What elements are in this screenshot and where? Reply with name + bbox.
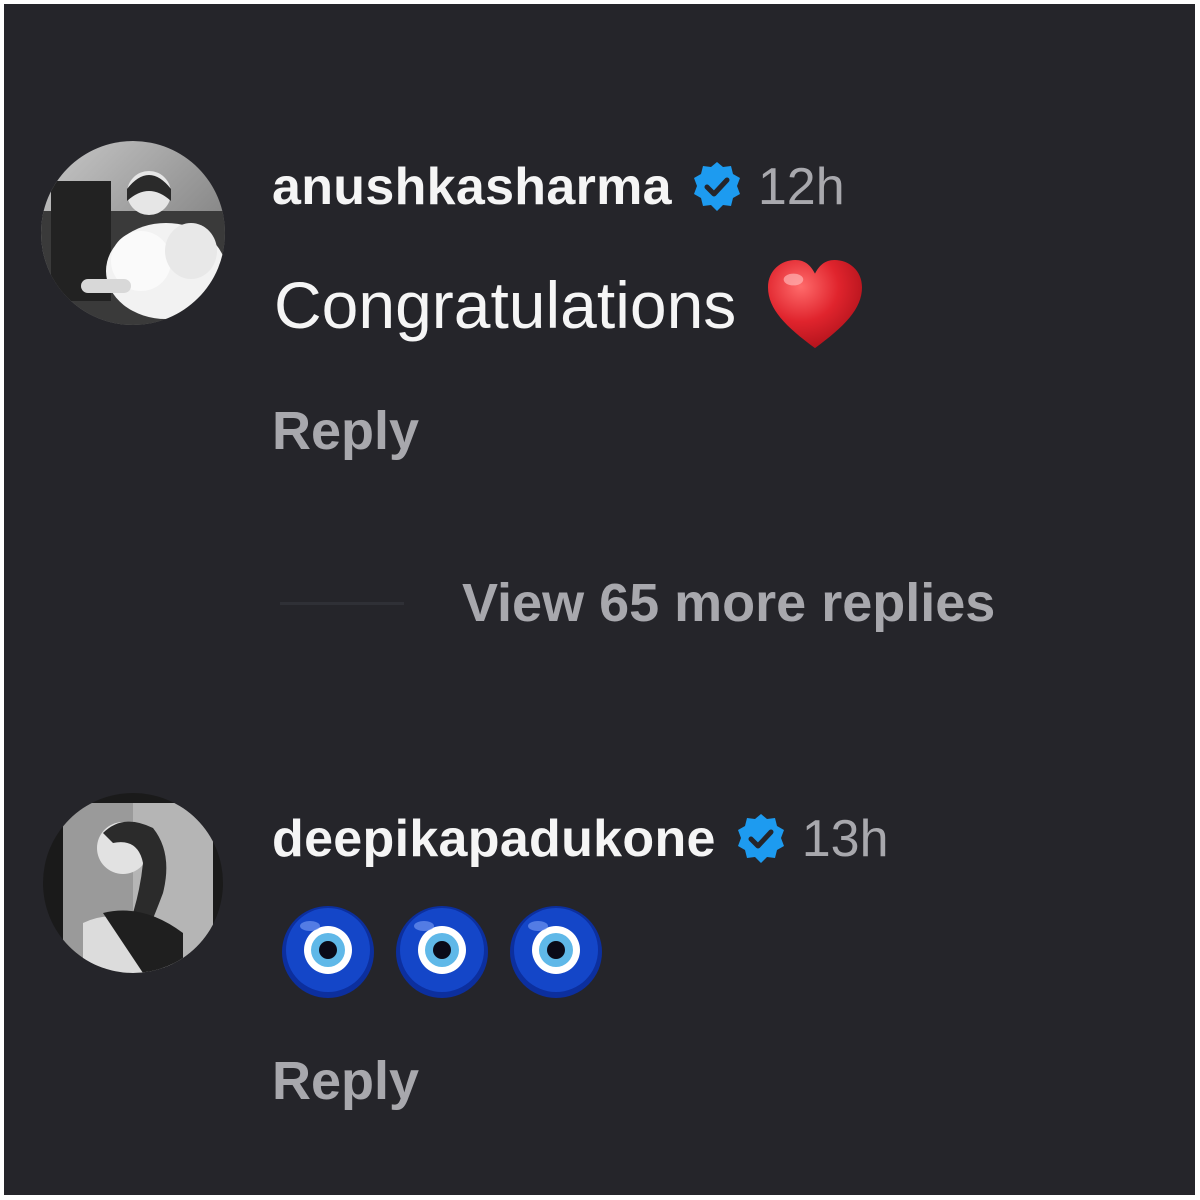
nazar-amulet-emoji-icon [280, 904, 376, 1000]
reply-button[interactable]: Reply [272, 1050, 419, 1112]
avatar-deepikapadukone[interactable] [43, 793, 223, 973]
comment-header-anushkasharma: anushkasharma 12h [272, 157, 845, 217]
verified-badge-icon [734, 812, 788, 866]
nazar-amulet-emoji-icon [508, 904, 604, 1000]
username[interactable]: anushkasharma [272, 157, 672, 217]
nazar-amulet-emoji-icon [394, 904, 490, 1000]
avatar-anushkasharma[interactable] [41, 141, 225, 325]
comments-panel: anushkasharma 12h Congratulations Reply … [4, 4, 1195, 1195]
reply-button[interactable]: Reply [272, 400, 419, 462]
comment-text: Congratulations [274, 268, 737, 342]
comment-header-deepikapadukone: deepikapadukone 13h [272, 809, 889, 869]
divider-line [280, 601, 404, 605]
view-more-replies-label: View 65 more replies [462, 573, 996, 633]
timestamp: 13h [801, 810, 889, 868]
timestamp: 12h [757, 158, 845, 216]
verified-badge-icon [690, 160, 744, 214]
view-more-replies-button[interactable]: View 65 more replies [280, 572, 995, 634]
username[interactable]: deepikapadukone [272, 809, 716, 869]
comment-body-deepikapadukone [280, 904, 622, 1000]
comment-body-anushkasharma: Congratulations [274, 258, 864, 352]
red-heart-emoji-icon [766, 258, 864, 352]
